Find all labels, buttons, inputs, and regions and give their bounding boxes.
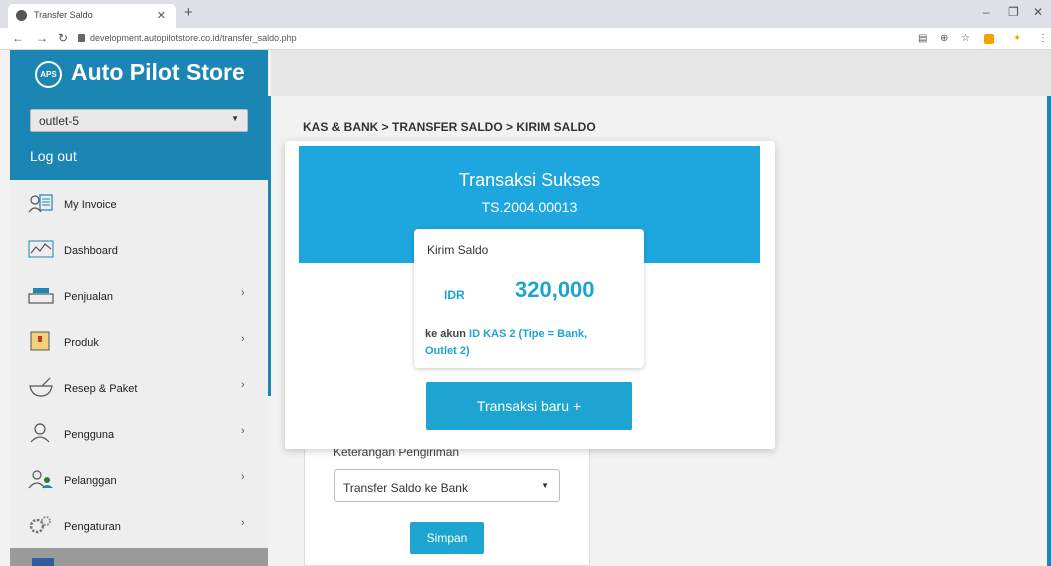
sidebar-item-penjualan[interactable]: Penjualan › — [10, 273, 268, 319]
brand-name: Auto Pilot Store — [71, 59, 245, 85]
caret-down-icon: ▼ — [541, 481, 549, 490]
transaction-summary-card: Kirim Saldo IDR 320,000 ke akun ID KAS 2… — [414, 229, 644, 368]
sidebar-item-resep-paket[interactable]: Resep & Paket › — [10, 365, 268, 411]
translate-icon[interactable]: ▤ — [918, 33, 927, 44]
right-edge-bar — [1047, 96, 1051, 566]
dashboard-chart-icon — [28, 240, 54, 258]
outlet-select[interactable]: outlet-5 ▼ — [30, 109, 248, 132]
browser-tab-bar: Transfer Saldo ✕ + – ❐ ✕ — [0, 0, 1051, 28]
destination-account-name: ID KAS 2 (Tipe = Bank, — [469, 328, 588, 340]
success-modal: Transaksi Sukses TS.2004.00013 Kirim Sal… — [285, 141, 775, 449]
chevron-right-icon: › — [241, 333, 245, 345]
sidebar-item-pengaturan[interactable]: Pengaturan › — [10, 503, 268, 549]
sidebar-item-label: Dashboard — [64, 245, 118, 257]
more-item-icon — [32, 558, 54, 566]
keterangan-select-value: Transfer Saldo ke Bank — [343, 481, 468, 495]
sidebar-item-label: Pengguna — [64, 429, 115, 441]
extension-icon[interactable] — [984, 34, 994, 44]
destination-account: ke akun ID KAS 2 (Tipe = Bank, Outlet 2) — [425, 326, 625, 360]
back-icon[interactable]: ← — [12, 31, 24, 45]
browser-menu-icon[interactable]: ⋮ — [1038, 33, 1048, 44]
sidebar-item-produk[interactable]: Produk › — [10, 319, 268, 365]
modal-title: Transaksi Sukses — [458, 170, 601, 190]
sidebar-header: APS Auto Pilot Store outlet-5 ▼ Log out — [10, 50, 268, 180]
extension-2-icon[interactable]: ✦ — [1013, 33, 1021, 44]
summary-label: Kirim Saldo — [427, 243, 489, 257]
sidebar-menu: My Invoice Dashboard Penjualan › Produk … — [10, 181, 268, 549]
chevron-right-icon: › — [241, 379, 245, 391]
recipe-bowl-icon — [29, 377, 53, 397]
sidebar-item-my-invoice[interactable]: My Invoice — [10, 181, 268, 227]
address-bar: ← → ↻ development.autopilotstore.co.id/t… — [0, 28, 1051, 50]
reload-icon[interactable]: ↻ — [58, 31, 68, 45]
simpan-button[interactable]: Simpan — [410, 522, 484, 554]
sidebar-item-pelanggan[interactable]: Pelanggan › — [10, 457, 268, 503]
chevron-right-icon: › — [241, 425, 245, 437]
invoice-icon — [28, 194, 53, 213]
top-header-strip — [271, 50, 1051, 96]
outlet-select-value: outlet-5 — [39, 114, 80, 128]
chevron-right-icon: › — [241, 287, 245, 299]
caret-down-icon: ▼ — [231, 114, 239, 123]
tab-title: Transfer Saldo — [34, 10, 93, 20]
chevron-right-icon: › — [241, 471, 245, 483]
close-tab-icon[interactable]: ✕ — [157, 9, 166, 22]
sidebar-item-label: Produk — [64, 337, 99, 349]
new-tab-icon[interactable]: + — [184, 4, 193, 21]
sidebar-item-label: Pengaturan — [64, 521, 121, 533]
zoom-icon[interactable]: ⊕ — [940, 33, 948, 44]
browser-tab[interactable]: Transfer Saldo ✕ — [8, 4, 176, 28]
chevron-right-icon: › — [241, 517, 245, 529]
sidebar-item-label: My Invoice — [64, 199, 117, 211]
currency-label: IDR — [444, 288, 465, 302]
sidebar-item-label: Penjualan — [64, 291, 113, 303]
sidebar-item-label: Resep & Paket — [64, 383, 138, 395]
destination-account-outlet: Outlet 2) — [425, 345, 470, 357]
transaction-code: TS.2004.00013 — [481, 199, 578, 215]
transfer-form-card: Keterangan Pengiriman Transfer Saldo ke … — [304, 430, 590, 566]
sidebar: APS Auto Pilot Store outlet-5 ▼ Log out … — [10, 50, 268, 566]
minimize-icon[interactable]: – — [983, 5, 990, 19]
cash-register-icon — [28, 288, 54, 304]
url-field[interactable]: development.autopilotstore.co.id/transfe… — [90, 33, 297, 43]
sidebar-item-more[interactable] — [10, 548, 268, 566]
sidebar-item-label: Pelanggan — [64, 475, 117, 487]
restore-icon[interactable]: ❐ — [1008, 5, 1019, 19]
sidebar-item-pengguna[interactable]: Pengguna › — [10, 411, 268, 457]
sidebar-item-dashboard[interactable]: Dashboard — [10, 227, 268, 273]
lock-icon — [78, 34, 85, 42]
aps-logo-icon: APS — [35, 61, 62, 88]
user-icon — [30, 423, 50, 443]
window-close-icon[interactable]: ✕ — [1033, 5, 1043, 19]
new-transaction-button[interactable]: Transaksi baru + — [426, 382, 632, 430]
logout-link[interactable]: Log out — [30, 148, 77, 164]
bookmark-star-icon[interactable]: ☆ — [961, 33, 970, 44]
forward-icon[interactable]: → — [36, 31, 48, 45]
keterangan-select[interactable]: Transfer Saldo ke Bank ▼ — [334, 469, 560, 502]
amount-value: 320,000 — [515, 277, 595, 302]
settings-gear-icon — [29, 516, 51, 534]
favicon-icon — [16, 10, 27, 21]
product-box-icon — [30, 331, 50, 351]
customers-icon — [28, 470, 53, 489]
destination-prefix: ke akun — [425, 328, 466, 340]
breadcrumb: KAS & BANK > TRANSFER SALDO > KIRIM SALD… — [303, 120, 596, 134]
